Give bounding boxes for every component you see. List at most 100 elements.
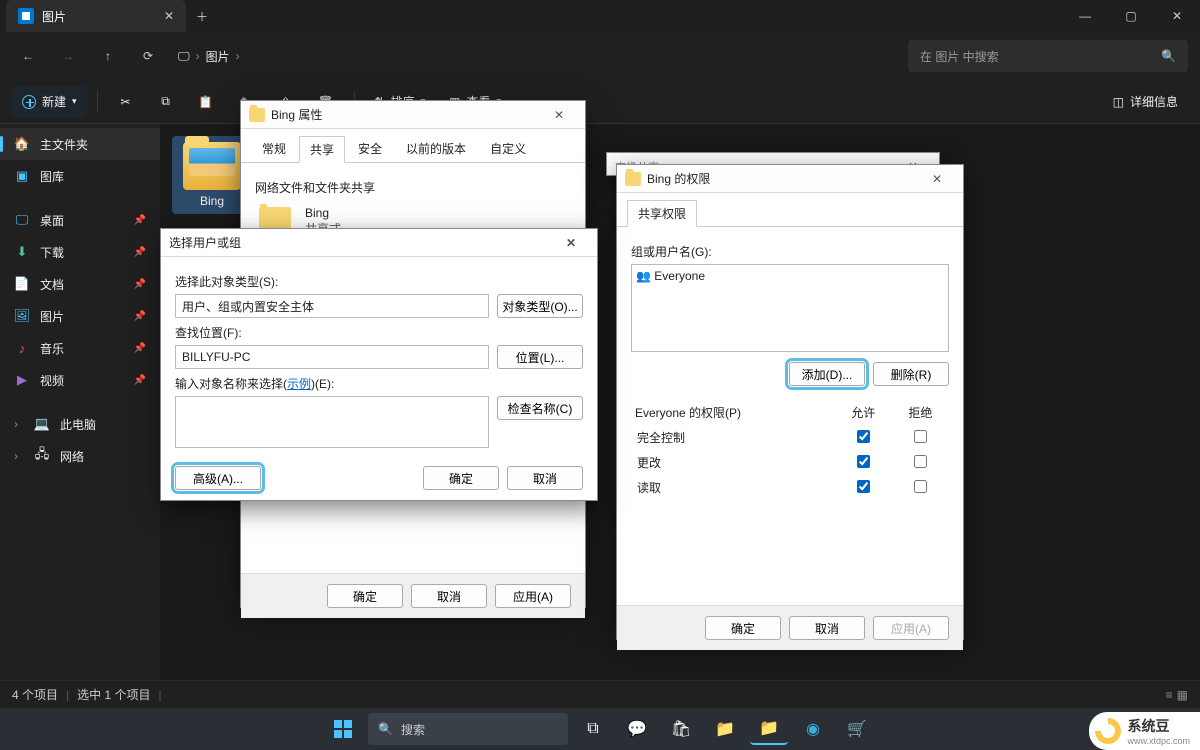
home-icon: 🏠 bbox=[14, 136, 30, 152]
details-label: 详细信息 bbox=[1130, 93, 1178, 110]
pin-icon: 📌 bbox=[134, 343, 146, 354]
advanced-button[interactable]: 高级(A)... bbox=[175, 466, 261, 490]
folder-label: Bing bbox=[200, 194, 224, 208]
dialog-titlebar[interactable]: Bing 的权限 ✕ bbox=[617, 165, 963, 193]
check-names-button[interactable]: 检查名称(C) bbox=[497, 396, 583, 420]
cancel-button[interactable]: 取消 bbox=[789, 616, 865, 640]
video-icon: ▶ bbox=[14, 372, 30, 388]
new-tab-button[interactable]: ＋ bbox=[186, 8, 218, 25]
start-button[interactable] bbox=[324, 713, 362, 745]
close-tab-icon[interactable]: ✕ bbox=[164, 9, 174, 23]
location-field[interactable] bbox=[175, 345, 489, 369]
taskbar-app[interactable]: 💬 bbox=[618, 713, 656, 745]
select-users-dialog: 选择用户或组 ✕ 选择此对象类型(S): 对象类型(O)... 查找位置(F):… bbox=[160, 228, 598, 501]
watermark: 系统豆 www.xtdpc.com bbox=[1089, 712, 1200, 750]
network-icon: 🖧 bbox=[34, 448, 50, 464]
deny-change-checkbox[interactable] bbox=[914, 455, 927, 468]
tab-share-permissions[interactable]: 共享权限 bbox=[627, 200, 697, 227]
close-icon[interactable]: ✕ bbox=[541, 108, 577, 122]
new-button[interactable]: 新建 ▾ bbox=[12, 86, 87, 118]
dialog-titlebar[interactable]: 选择用户或组 ✕ bbox=[161, 229, 597, 257]
breadcrumb[interactable]: 🖵 › 图片 › bbox=[172, 40, 246, 72]
sidebar-item-downloads[interactable]: ⬇下载📌 bbox=[0, 236, 160, 268]
refresh-button[interactable]: ⟳ bbox=[132, 40, 164, 72]
music-icon: ♪ bbox=[14, 340, 30, 356]
chevron-down-icon: ▾ bbox=[72, 96, 77, 107]
ok-button[interactable]: 确定 bbox=[705, 616, 781, 640]
taskbar-explorer[interactable]: 📁 bbox=[706, 713, 744, 745]
sidebar-item-documents[interactable]: 📄文档📌 bbox=[0, 268, 160, 300]
monitor-icon: 🖵 bbox=[178, 49, 190, 64]
tab-customize[interactable]: 自定义 bbox=[479, 135, 537, 162]
tab-sharing[interactable]: 共享 bbox=[299, 136, 345, 163]
taskbar-edge[interactable]: ◉ bbox=[794, 713, 832, 745]
remove-button[interactable]: 删除(R) bbox=[873, 362, 949, 386]
examples-link[interactable]: 示例 bbox=[287, 377, 311, 391]
ok-button[interactable]: 确定 bbox=[327, 584, 403, 608]
taskbar-app[interactable]: 🛍 bbox=[662, 713, 700, 745]
cancel-button[interactable]: 取消 bbox=[507, 466, 583, 490]
list-view-icon[interactable]: ≡ bbox=[1166, 688, 1173, 702]
tab-general[interactable]: 常规 bbox=[251, 135, 297, 162]
copy-button[interactable]: ⧉ bbox=[148, 86, 184, 118]
sidebar-item-videos[interactable]: ▶视频📌 bbox=[0, 364, 160, 396]
sidebar-item-gallery[interactable]: ▣图库 bbox=[0, 160, 160, 192]
sidebar-item-this-pc[interactable]: ›💻此电脑 bbox=[0, 408, 160, 440]
maximize-button[interactable]: ▢ bbox=[1108, 0, 1154, 32]
principal-item[interactable]: 👥 Everyone bbox=[636, 269, 944, 283]
sidebar-item-pictures[interactable]: 🖼图片📌 bbox=[0, 300, 160, 332]
plus-circle-icon bbox=[22, 95, 36, 109]
object-type-field[interactable] bbox=[175, 294, 489, 318]
principals-list[interactable]: 👥 Everyone bbox=[631, 264, 949, 352]
sidebar-item-home[interactable]: 🏠主文件夹 bbox=[0, 128, 160, 160]
tab-strip: 常规 共享 安全 以前的版本 自定义 bbox=[241, 129, 585, 163]
details-icon: ◫ bbox=[1113, 95, 1124, 109]
object-types-button[interactable]: 对象类型(O)... bbox=[497, 294, 583, 318]
paste-button[interactable]: 📋 bbox=[188, 86, 224, 118]
separator: | bbox=[158, 688, 161, 702]
command-bar: 新建 ▾ ✂ ⧉ 📋 ✎ ⇪ 🗑 ⇅ 排序 ▾ ▦ 查看 ▾ ⋯ ◫ 详细信息 bbox=[0, 80, 1200, 124]
object-names-input[interactable] bbox=[175, 396, 489, 448]
add-button[interactable]: 添加(D)... bbox=[789, 362, 865, 386]
minimize-button[interactable]: — bbox=[1062, 0, 1108, 32]
sidebar-item-network[interactable]: ›🖧网络 bbox=[0, 440, 160, 472]
apply-button[interactable]: 应用(A) bbox=[495, 584, 571, 608]
cut-button[interactable]: ✂ bbox=[108, 86, 144, 118]
search-icon: 🔍 bbox=[378, 722, 393, 736]
search-input[interactable]: 在 图片 中搜索 🔍 bbox=[908, 40, 1188, 72]
up-button[interactable]: ↑ bbox=[92, 40, 124, 72]
details-pane-button[interactable]: ◫ 详细信息 bbox=[1103, 86, 1188, 118]
deny-full-checkbox[interactable] bbox=[914, 430, 927, 443]
apply-button[interactable]: 应用(A) bbox=[873, 616, 949, 640]
shared-item-name: Bing bbox=[305, 206, 341, 220]
allow-change-checkbox[interactable] bbox=[857, 455, 870, 468]
sidebar-item-label: 图库 bbox=[40, 168, 64, 185]
download-icon: ⬇ bbox=[14, 244, 30, 260]
close-icon[interactable]: ✕ bbox=[553, 236, 589, 250]
breadcrumb-segment[interactable]: 图片 bbox=[206, 48, 230, 65]
locations-button[interactable]: 位置(L)... bbox=[497, 345, 583, 369]
taskbar-explorer-active[interactable]: 📁 bbox=[750, 713, 788, 745]
window-tab[interactable]: 图片 ✕ bbox=[6, 0, 186, 32]
sidebar-item-music[interactable]: ♪音乐📌 bbox=[0, 332, 160, 364]
dialog-titlebar[interactable]: Bing 属性 ✕ bbox=[241, 101, 585, 129]
forward-button[interactable]: → bbox=[52, 40, 84, 72]
close-button[interactable]: ✕ bbox=[1154, 0, 1200, 32]
grid-view-icon[interactable]: ▦ bbox=[1177, 688, 1188, 702]
tab-security[interactable]: 安全 bbox=[347, 135, 393, 162]
ok-button[interactable]: 确定 bbox=[423, 466, 499, 490]
deny-read-checkbox[interactable] bbox=[914, 480, 927, 493]
cancel-button[interactable]: 取消 bbox=[411, 584, 487, 608]
sidebar-item-desktop[interactable]: 🖵桌面📌 bbox=[0, 204, 160, 236]
back-button[interactable]: ← bbox=[12, 40, 44, 72]
close-icon[interactable]: ✕ bbox=[919, 172, 955, 186]
allow-read-checkbox[interactable] bbox=[857, 480, 870, 493]
allow-full-checkbox[interactable] bbox=[857, 430, 870, 443]
tab-previous-versions[interactable]: 以前的版本 bbox=[395, 135, 477, 162]
taskbar-store[interactable]: 🛒 bbox=[838, 713, 876, 745]
taskbar-search[interactable]: 🔍搜索 bbox=[368, 713, 568, 745]
task-view-button[interactable]: ⧉ bbox=[574, 713, 612, 745]
chevron-right-icon: › bbox=[236, 49, 240, 63]
status-item-count: 4 个项目 bbox=[12, 686, 58, 703]
sidebar-item-label: 此电脑 bbox=[60, 416, 96, 433]
